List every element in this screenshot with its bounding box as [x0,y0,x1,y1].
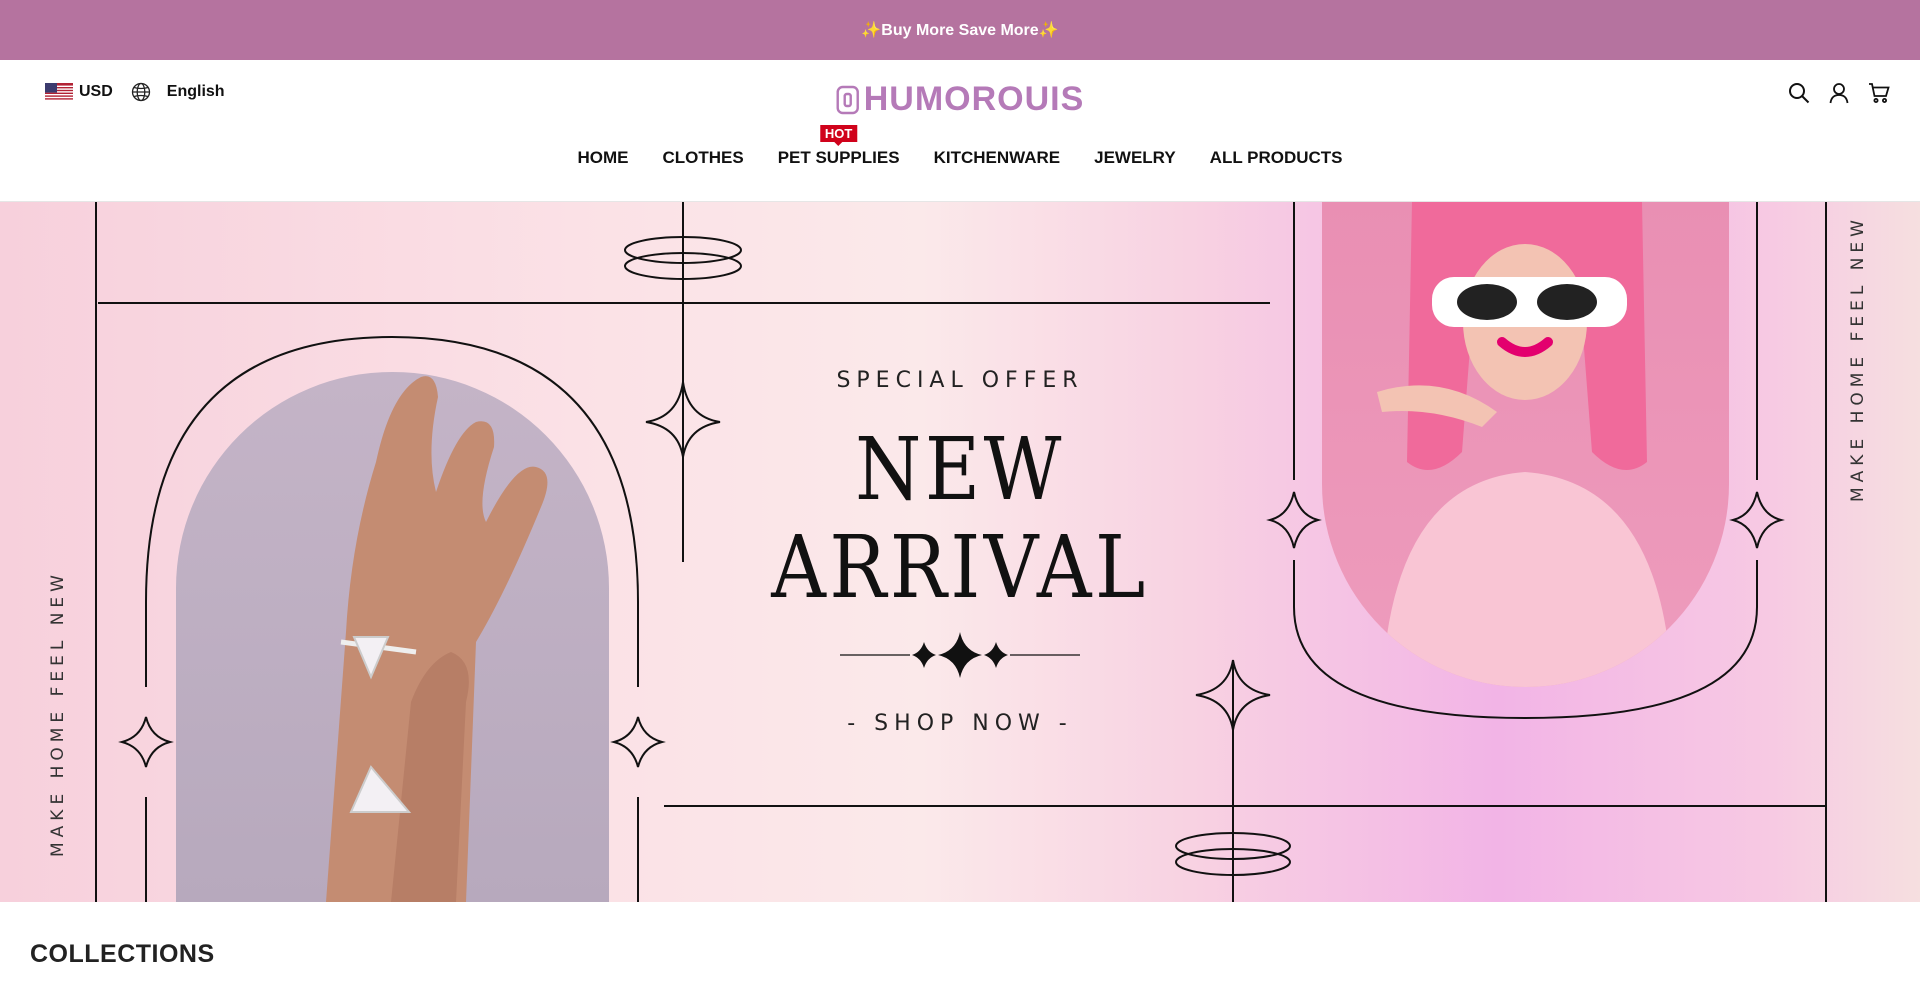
site-header: USD English HUMOROUIS HOME CLOTHES HOT P… [0,60,1920,202]
header-actions [1788,82,1890,104]
search-icon [1789,83,1810,104]
nav-jewelry-label: JEWELRY [1094,148,1176,167]
announcement-bar: ✨Buy More Save More✨ [0,0,1920,60]
globe-icon [131,82,150,102]
nav-pet-supplies-label: PET SUPPLIES [777,148,900,167]
main-nav: HOME CLOTHES HOT PET SUPPLIES KITCHENWAR… [0,125,1920,168]
collections-heading: COLLECTIONS [30,940,215,968]
hero-subtitle: SPECIAL OFFER [836,368,1084,393]
hero-title-line1: NEW [855,420,1065,520]
language-selector[interactable]: English [131,82,225,102]
logo-text: HUMOROUIS [863,80,1085,118]
popsicle-logo-icon [836,85,859,114]
nav-kitchenware[interactable]: KITCHENWARE [934,148,1061,168]
account-button[interactable] [1828,82,1850,104]
nav-kitchenware-label: KITCHENWARE [933,148,1061,167]
announcement-text: ✨Buy More Save More✨ [861,22,1059,39]
store-logo[interactable]: HUMOROUIS [836,80,1085,119]
hero-title-line2: ARRIVAL [771,518,1149,618]
locale-selectors: USD English [45,82,225,102]
currency-label: USD [79,83,113,100]
side-tagline-left: MAKE HOME FEEL NEW [48,570,68,857]
nav-home[interactable]: HOME [577,148,628,168]
nav-jewelry[interactable]: JEWELRY [1094,148,1176,168]
us-flag-icon [45,83,73,101]
nav-home-label: HOME [577,148,629,167]
nav-clothes[interactable]: CLOTHES [662,148,743,168]
nav-all-products-label: ALL PRODUCTS [1209,148,1343,167]
nav-pet-supplies[interactable]: HOT PET SUPPLIES [777,125,900,168]
hot-badge: HOT [819,125,858,142]
user-icon [1829,83,1849,104]
search-button[interactable] [1788,82,1810,104]
nav-all-products[interactable]: ALL PRODUCTS [1210,148,1343,168]
side-tagline-right: MAKE HOME FEEL NEW [1848,215,1868,502]
shop-now-link[interactable]: - SHOP NOW - [0,711,1920,736]
nav-clothes-label: CLOTHES [662,148,744,167]
currency-selector[interactable]: USD [45,83,113,101]
hero-banner[interactable]: SPECIAL OFFER NEW ARRIVAL - SHOP NOW - M… [0,202,1920,902]
cart-icon [1869,83,1890,103]
language-label: English [166,83,225,100]
cart-button[interactable] [1868,82,1890,104]
